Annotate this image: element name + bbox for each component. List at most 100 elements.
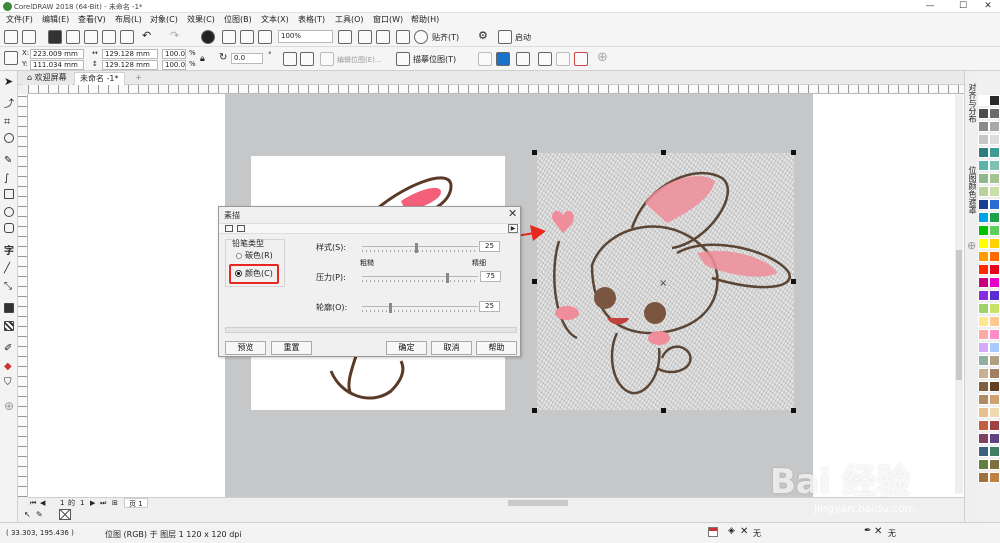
dialog-close-icon[interactable]: ✕ <box>508 207 517 220</box>
transparency-tool-icon[interactable] <box>4 321 14 331</box>
no-fill-swatch-icon[interactable] <box>59 509 71 520</box>
docker-tab-bitmap-color-mask[interactable]: 位图颜色遮罩 <box>967 166 977 214</box>
split-preview-icon[interactable] <box>225 225 233 232</box>
fill-status[interactable]: 无 <box>753 528 761 539</box>
publish-pdf-icon[interactable] <box>258 30 272 44</box>
outline-slider[interactable] <box>362 303 478 313</box>
help-button[interactable]: 帮助 <box>476 341 517 355</box>
unlink-bitmap-icon[interactable] <box>574 52 588 66</box>
palette-swatch[interactable] <box>989 186 1000 197</box>
palette-swatch[interactable] <box>978 134 989 145</box>
smart-fill-icon[interactable]: ⛉ <box>4 377 14 388</box>
zoom-tool-icon[interactable] <box>4 133 14 143</box>
connector-tool-icon[interactable]: ⤡ <box>4 281 14 292</box>
style-value-field[interactable]: 25 <box>479 241 500 252</box>
palette-swatch[interactable] <box>989 368 1000 379</box>
drop-shadow-tool-icon[interactable] <box>4 303 14 313</box>
palette-swatch[interactable] <box>989 316 1000 327</box>
search-content-icon[interactable] <box>201 30 215 44</box>
save-icon[interactable] <box>48 30 62 44</box>
interactive-fill-icon[interactable]: ◆ <box>4 361 14 372</box>
minimize-button[interactable]: — <box>919 0 941 13</box>
palette-swatch[interactable] <box>989 472 1000 483</box>
zoom-level-select[interactable]: 100% <box>278 30 333 43</box>
shape-tool-icon[interactable]: ⤴ <box>4 95 14 110</box>
palette-swatch[interactable] <box>989 394 1000 405</box>
palette-swatch[interactable] <box>989 134 1000 145</box>
palette-swatch[interactable] <box>989 121 1000 132</box>
options-gear-icon[interactable]: ⚙ <box>478 29 488 42</box>
palette-swatch[interactable] <box>978 446 989 457</box>
menu-text[interactable]: 文本(X) <box>261 14 289 25</box>
full-screen-icon[interactable] <box>338 30 352 44</box>
vertical-ruler[interactable] <box>18 94 28 497</box>
palette-swatch[interactable] <box>978 472 989 483</box>
palette-swatch[interactable] <box>989 251 1000 262</box>
palette-swatch[interactable] <box>989 108 1000 119</box>
palette-swatch[interactable] <box>978 277 989 288</box>
first-page-icon[interactable]: ⏮ <box>30 499 36 508</box>
pressure-slider-thumb[interactable] <box>446 273 449 283</box>
copy-icon[interactable] <box>102 30 116 44</box>
menu-tools[interactable]: 工具(O) <box>335 14 364 25</box>
palette-swatch[interactable] <box>978 147 989 158</box>
palette-swatch[interactable] <box>978 108 989 119</box>
height-field[interactable]: 129.128 mm <box>102 60 158 70</box>
show-grid-icon[interactable] <box>376 30 390 44</box>
maximize-button[interactable]: ☐ <box>952 0 974 13</box>
tab-welcome-screen[interactable]: ⌂ 欢迎屏幕 <box>22 72 72 85</box>
palette-swatch[interactable] <box>978 407 989 418</box>
palette-swatch[interactable] <box>978 238 989 249</box>
menu-window[interactable]: 窗口(W) <box>373 14 403 25</box>
ok-button[interactable]: 确定 <box>386 341 427 355</box>
parallel-dimension-icon[interactable]: ╱ <box>4 263 14 274</box>
docker-tab-align-distribute[interactable]: 对齐与分布 <box>967 83 977 123</box>
snap-to-dropdown[interactable]: 贴齐(T) <box>432 32 459 43</box>
snap-cursor-icon[interactable]: ↖ <box>24 510 31 519</box>
previous-page-icon[interactable]: ◀ <box>40 499 45 507</box>
add-tool-icon[interactable]: ⊕ <box>4 399 14 413</box>
menu-help[interactable]: 帮助(H) <box>411 14 439 25</box>
edit-bitmap-button[interactable]: 编辑位图(E)... <box>337 55 382 65</box>
export-icon[interactable] <box>240 30 254 44</box>
carbon-option-label[interactable]: 碳色(R) <box>245 250 273 261</box>
pick-tool-icon[interactable]: ➤ <box>4 76 14 87</box>
palette-swatch[interactable] <box>978 186 989 197</box>
palette-swatch[interactable] <box>978 212 989 223</box>
palette-swatch[interactable] <box>989 420 1000 431</box>
palette-swatch[interactable] <box>989 290 1000 301</box>
new-tab-plus-icon[interactable]: + <box>130 72 147 85</box>
palette-swatch[interactable] <box>989 459 1000 470</box>
palette-swatch[interactable] <box>989 238 1000 249</box>
palette-swatch[interactable] <box>978 329 989 340</box>
outline-value-field[interactable]: 25 <box>479 301 500 312</box>
ellipse-tool-icon[interactable] <box>4 207 14 217</box>
resample-icon[interactable] <box>496 52 510 66</box>
resize-handle-tl[interactable] <box>532 150 537 155</box>
palette-swatch[interactable] <box>989 225 1000 236</box>
style-slider-thumb[interactable] <box>415 243 418 253</box>
add-page-icon[interactable]: ⊞ <box>112 499 118 507</box>
palette-swatch[interactable] <box>989 303 1000 314</box>
resize-handle-bc[interactable] <box>661 408 666 413</box>
preview-button[interactable]: 预览 <box>225 341 266 355</box>
mirror-vertical-icon[interactable] <box>300 52 314 66</box>
show-rulers-icon[interactable] <box>358 30 372 44</box>
menu-effects[interactable]: 效果(C) <box>187 14 215 25</box>
magnet-icon[interactable] <box>414 30 428 44</box>
scale-width-field[interactable]: 100.0 <box>162 49 186 59</box>
palette-swatch[interactable] <box>989 264 1000 275</box>
palette-swatch[interactable] <box>978 381 989 392</box>
menu-file[interactable]: 文件(F) <box>6 14 33 25</box>
palette-swatch[interactable] <box>989 147 1000 158</box>
single-preview-icon[interactable] <box>237 225 245 232</box>
width-field[interactable]: 129.128 mm <box>102 49 158 59</box>
palette-swatch[interactable] <box>978 160 989 171</box>
crop-bitmap-icon[interactable] <box>478 52 492 66</box>
palette-swatch[interactable] <box>989 160 1000 171</box>
pressure-value-field[interactable]: 75 <box>480 271 501 282</box>
next-page-icon[interactable]: ▶ <box>90 499 95 507</box>
palette-swatch[interactable] <box>978 342 989 353</box>
last-page-icon[interactable]: ⏭ <box>100 499 106 508</box>
launch-dropdown[interactable]: 启动 <box>515 32 531 43</box>
